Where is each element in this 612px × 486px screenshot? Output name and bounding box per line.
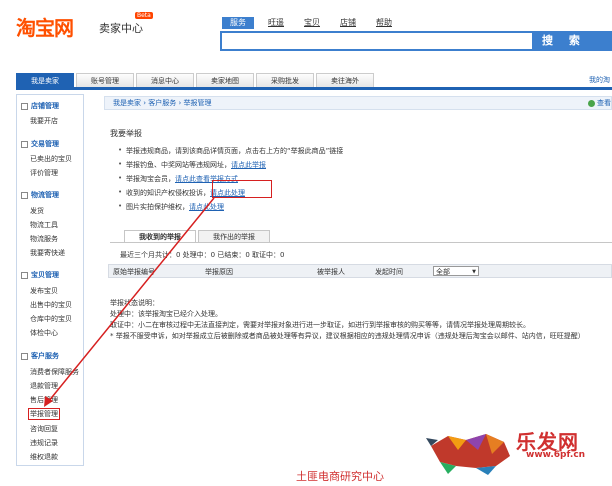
bull-logo-icon bbox=[426, 434, 510, 475]
watermark-url: www.6pf.cn bbox=[526, 450, 586, 460]
footer-caption: 土匪电商研究中心 bbox=[296, 470, 384, 483]
annotation-arrow bbox=[44, 197, 215, 407]
